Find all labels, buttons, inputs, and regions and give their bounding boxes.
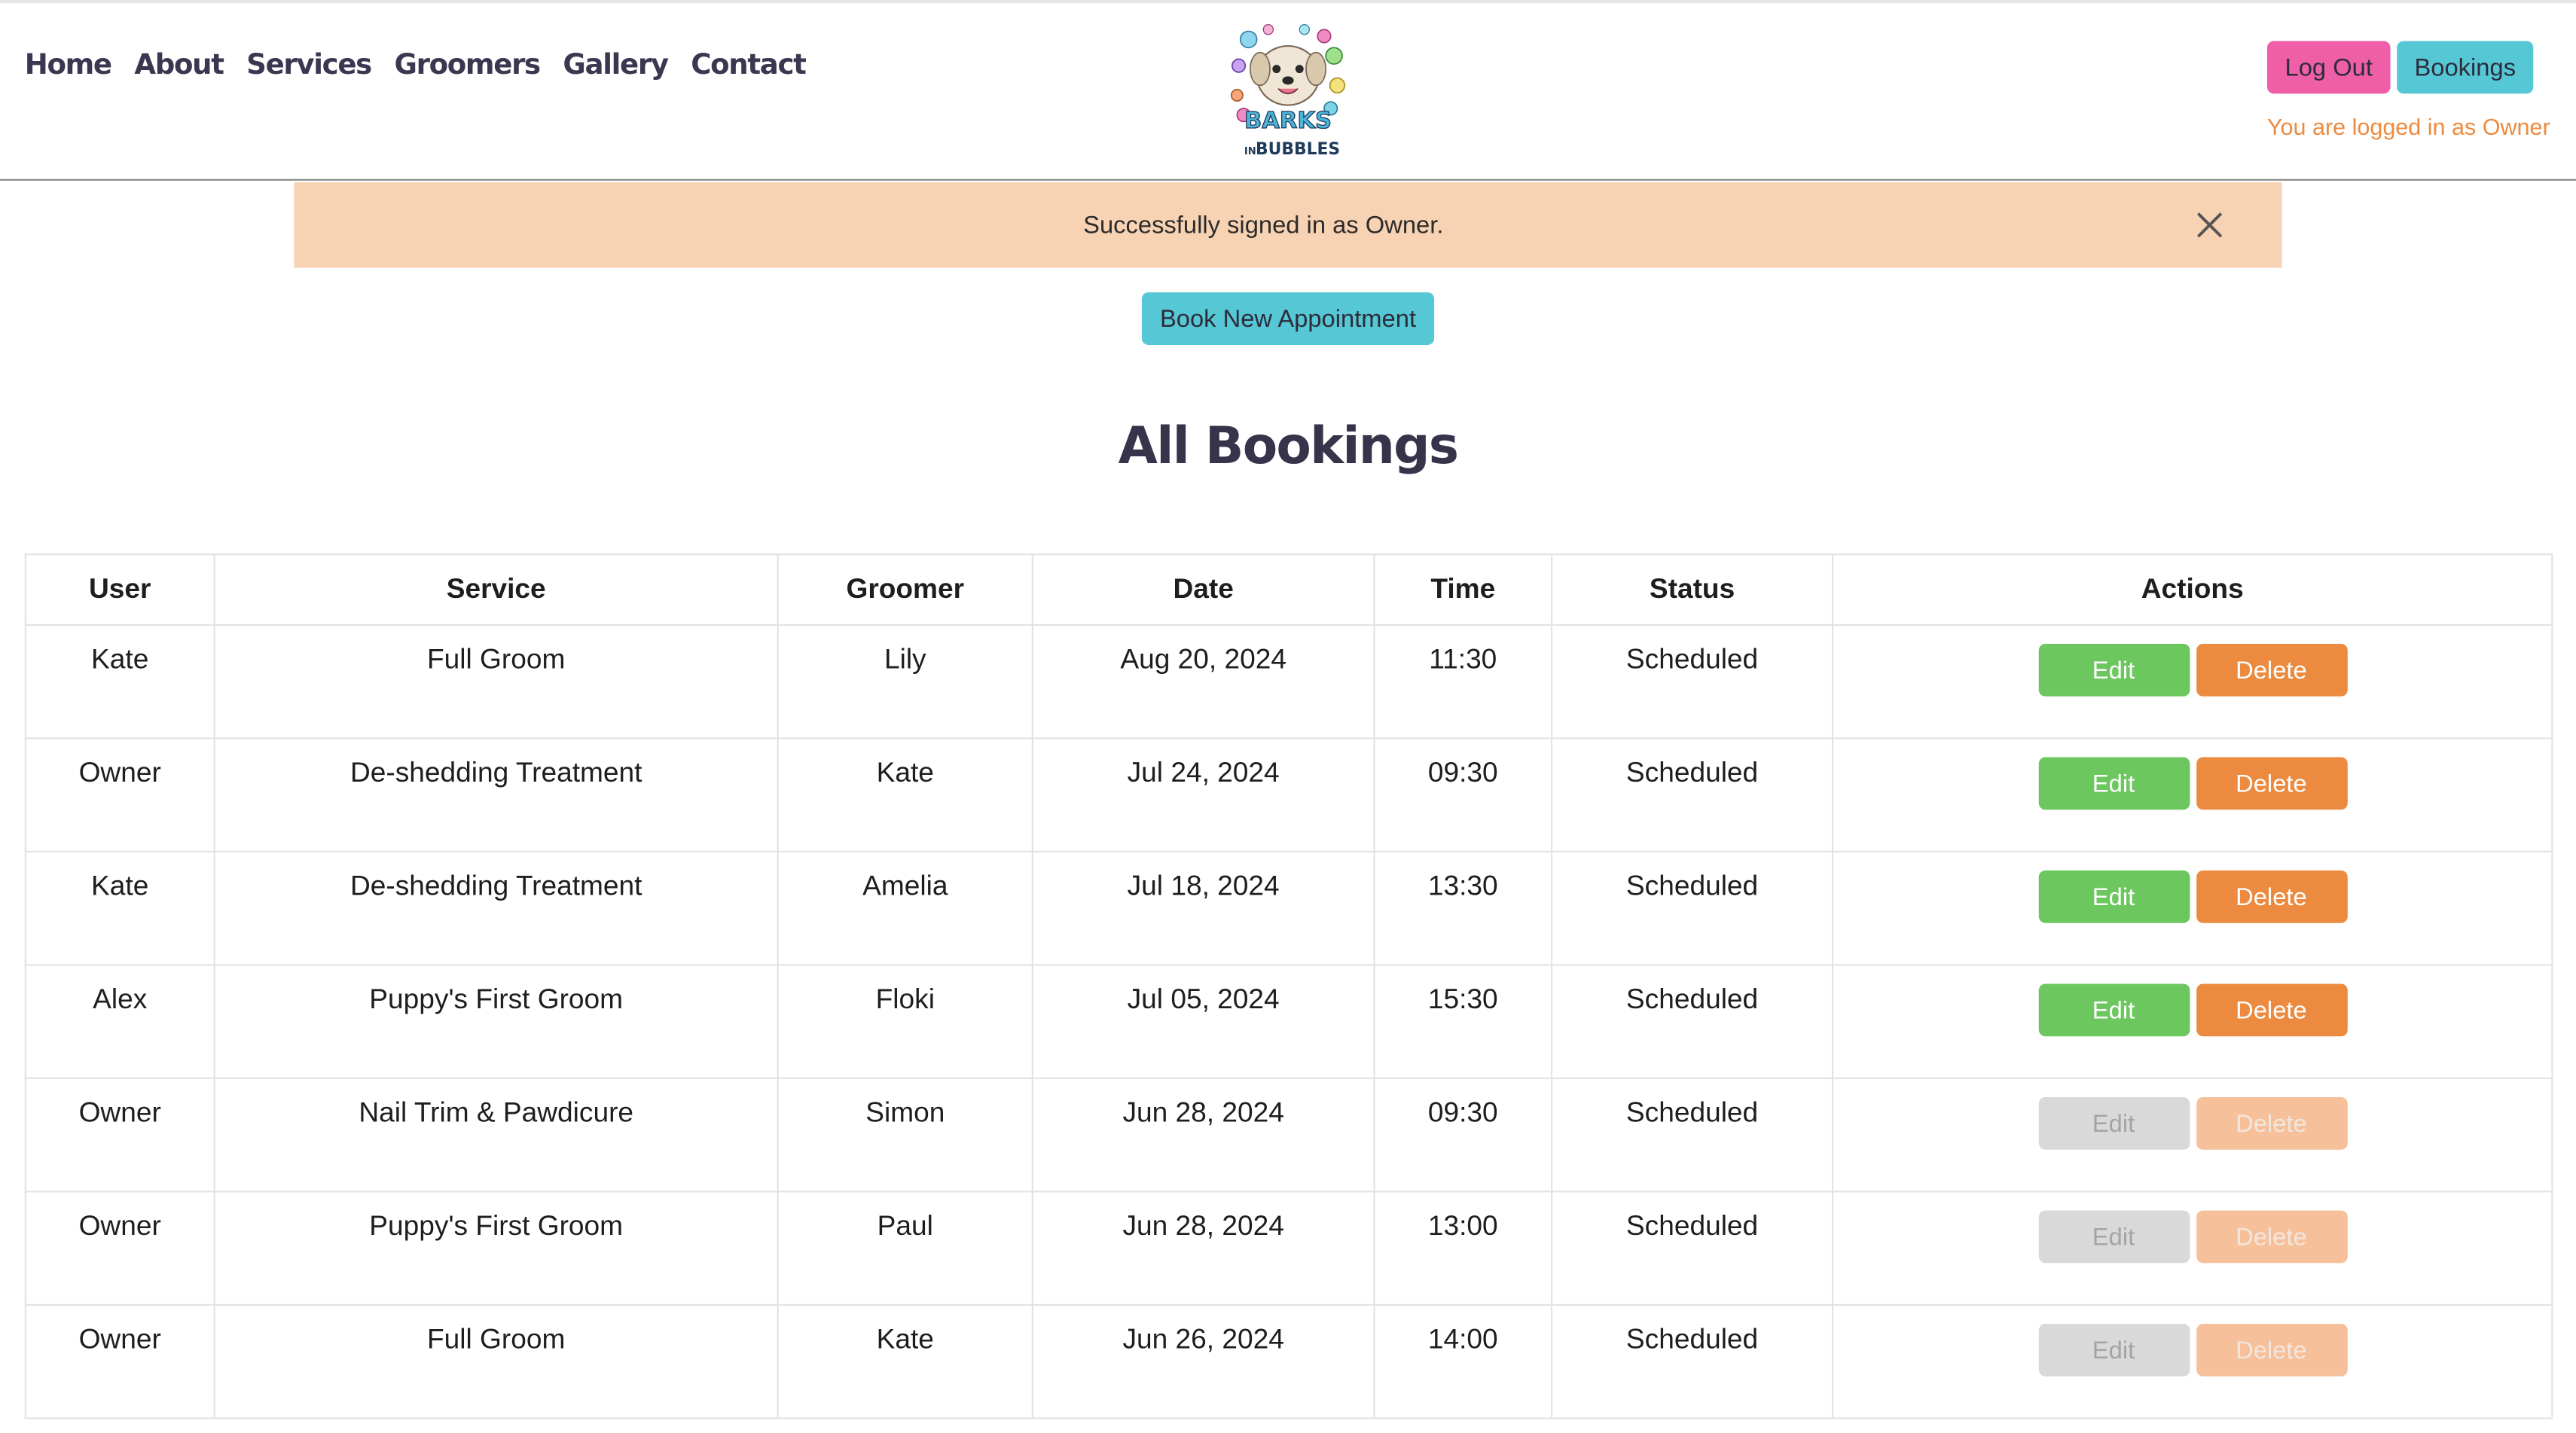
delete-button: Delete	[2196, 1096, 2347, 1150]
edit-button: Edit	[2037, 1210, 2190, 1264]
svg-text:BUBBLES: BUBBLES	[1256, 140, 1340, 159]
delete-button[interactable]: Delete	[2196, 757, 2347, 810]
delete-button[interactable]: Delete	[2196, 983, 2347, 1037]
cell-user: Owner	[24, 1077, 215, 1193]
column-header-status: Status	[1550, 553, 1834, 627]
svg-text:BARKS: BARKS	[1244, 108, 1332, 134]
cell-groomer: Kate	[777, 737, 1033, 853]
logged-in-status: You are logged in as Owner	[2266, 113, 2550, 140]
cell-user: Owner	[24, 1191, 215, 1306]
cell-status: Scheduled	[1550, 1191, 1834, 1306]
cell-actions: Edit Delete	[1831, 1077, 2553, 1193]
table-row: Kate De-shedding Treatment Amelia Jul 18, 2…	[24, 850, 2553, 966]
alert-message: Successfully signed in as Owner.	[1083, 211, 1444, 239]
delete-button: Delete	[2196, 1323, 2347, 1377]
table-row: Owner Nail Trim & Pawdicure Simon Jun 28, 2…	[24, 1077, 2553, 1193]
cell-time: 09:30	[1373, 737, 1553, 853]
cell-status: Scheduled	[1550, 1303, 1834, 1419]
cell-service: Puppy's First Groom	[213, 1191, 779, 1306]
cell-status: Scheduled	[1550, 737, 1834, 853]
column-header-service: Service	[213, 553, 779, 627]
cell-status: Scheduled	[1550, 850, 1834, 966]
cell-time: 13:30	[1373, 850, 1553, 966]
bookings-button[interactable]: Bookings	[2397, 41, 2534, 94]
cell-time: 13:00	[1373, 1191, 1553, 1306]
edit-button[interactable]: Edit	[2037, 983, 2190, 1037]
bookings-table: User Service Groomer Date Time Status Ac…	[24, 553, 2553, 1419]
column-header-date: Date	[1031, 553, 1375, 627]
cell-service: Nail Trim & Pawdicure	[213, 1077, 779, 1193]
table-row: Alex Puppy's First Groom Floki Jul 05, 2024…	[24, 964, 2553, 1079]
cell-time: 14:00	[1373, 1303, 1553, 1419]
cell-date: Jul 05, 2024	[1031, 964, 1375, 1079]
page-title: All Bookings	[1118, 417, 1459, 477]
delete-button: Delete	[2196, 1210, 2347, 1264]
cell-time: 15:30	[1373, 964, 1553, 1079]
cell-service: Full Groom	[213, 624, 779, 739]
barks-in-bubbles-logo[interactable]: BARKS IN BUBBLES	[1228, 23, 1347, 161]
cell-status: Scheduled	[1550, 1077, 1834, 1193]
cell-actions: Edit Delete	[1831, 1191, 2553, 1306]
cell-groomer: Paul	[777, 1191, 1033, 1306]
nav-groomers-link[interactable]: Groomers	[394, 49, 541, 82]
nav-about-link[interactable]: About	[134, 49, 224, 82]
cell-user: Alex	[24, 964, 215, 1079]
edit-button: Edit	[2037, 1323, 2190, 1377]
cell-groomer: Lily	[777, 624, 1033, 739]
edit-button: Edit	[2037, 1096, 2190, 1150]
column-header-actions: Actions	[1831, 553, 2553, 627]
cell-actions: Edit Delete	[1831, 964, 2553, 1079]
cell-groomer: Kate	[777, 1303, 1033, 1419]
cell-service: De-shedding Treatment	[213, 737, 779, 853]
nav-gallery-link[interactable]: Gallery	[563, 49, 669, 82]
cell-date: Jun 28, 2024	[1031, 1191, 1375, 1306]
site-header: Home About Services Groomers Gallery Con…	[0, 3, 2576, 181]
cell-groomer: Floki	[777, 964, 1033, 1079]
cell-actions: Edit Delete	[1831, 1303, 2553, 1419]
cell-groomer: Simon	[777, 1077, 1033, 1193]
column-header-user: User	[24, 553, 215, 627]
column-header-time: Time	[1373, 553, 1553, 627]
cell-user: Kate	[24, 850, 215, 966]
cell-user: Kate	[24, 624, 215, 739]
cell-actions: Edit Delete	[1831, 737, 2553, 853]
table-header-row: User Service Groomer Date Time Status Ac…	[24, 553, 2553, 627]
edit-button[interactable]: Edit	[2037, 870, 2190, 923]
svg-text:IN: IN	[1244, 146, 1256, 157]
cell-date: Jul 18, 2024	[1031, 850, 1375, 966]
table-row: Owner De-shedding Treatment Kate Jul 24, 20…	[24, 737, 2553, 853]
nav-contact-link[interactable]: Contact	[691, 49, 807, 82]
cell-time: 09:30	[1373, 1077, 1553, 1193]
cell-groomer: Amelia	[777, 850, 1033, 966]
cell-status: Scheduled	[1550, 964, 1834, 1079]
column-header-groomer: Groomer	[777, 553, 1033, 627]
edit-button[interactable]: Edit	[2037, 643, 2190, 697]
nav-services-link[interactable]: Services	[246, 49, 372, 82]
cell-actions: Edit Delete	[1831, 624, 2553, 739]
cell-actions: Edit Delete	[1831, 850, 2553, 966]
cell-service: De-shedding Treatment	[213, 850, 779, 966]
table-row: Owner Puppy's First Groom Paul Jun 28, 2024…	[24, 1191, 2553, 1306]
delete-button[interactable]: Delete	[2196, 643, 2347, 697]
main-navigation: Home About Services Groomers Gallery Con…	[25, 49, 829, 82]
cell-date: Jun 28, 2024	[1031, 1077, 1375, 1193]
table-row: Owner Full Groom Kate Jun 26, 2024 14:00 Sche…	[24, 1303, 2553, 1419]
log-out-button[interactable]: Log Out	[2266, 41, 2391, 94]
delete-button[interactable]: Delete	[2196, 870, 2347, 923]
cell-date: Aug 20, 2024	[1031, 624, 1375, 739]
cell-service: Puppy's First Groom	[213, 964, 779, 1079]
close-icon[interactable]	[2193, 209, 2227, 242]
cell-service: Full Groom	[213, 1303, 779, 1419]
table-row: Kate Full Groom Lily Aug 20, 2024 11:30 Sched…	[24, 624, 2553, 739]
cell-user: Owner	[24, 1303, 215, 1419]
cell-user: Owner	[24, 737, 215, 853]
book-new-appointment-button[interactable]: Book New Appointment	[1141, 292, 1435, 346]
cell-date: Jul 24, 2024	[1031, 737, 1375, 853]
edit-button[interactable]: Edit	[2037, 757, 2190, 810]
cell-time: 11:30	[1373, 624, 1553, 739]
cell-date: Jun 26, 2024	[1031, 1303, 1375, 1419]
cell-status: Scheduled	[1550, 624, 1834, 739]
sign-in-alert: Successfully signed in as Owner.	[294, 182, 2282, 268]
nav-home-link[interactable]: Home	[25, 49, 112, 82]
